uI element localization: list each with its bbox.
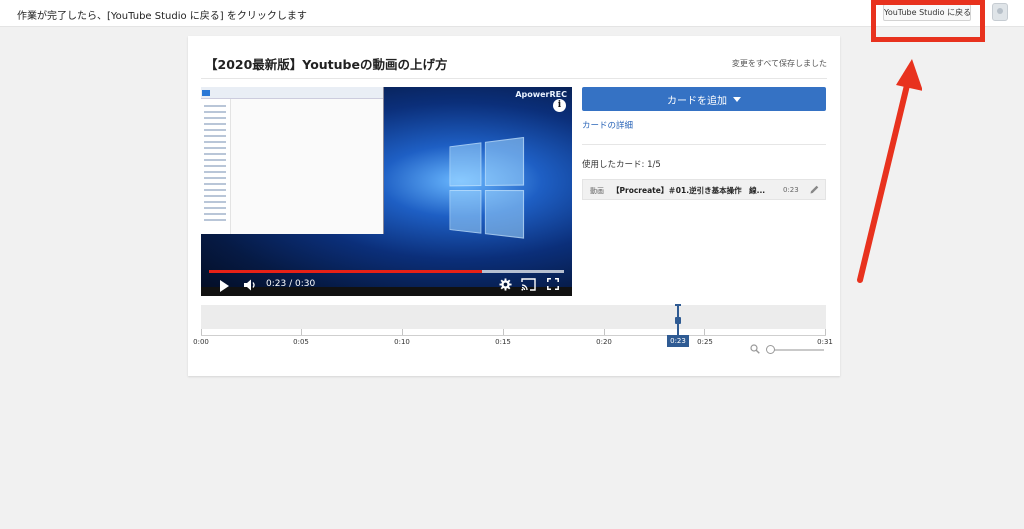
- timeline-tick-label: 0:31: [817, 338, 833, 346]
- volume-icon[interactable]: [243, 278, 257, 292]
- card-detail-link[interactable]: カードの詳細: [582, 119, 633, 131]
- settings-gear-icon[interactable]: [499, 278, 512, 291]
- card-list-item[interactable]: 動画 【Procreate】＃01.逆引き基本操作 線... 0:23: [582, 179, 826, 200]
- save-status: 変更をすべて保存しました: [731, 59, 827, 68]
- windows-logo-graphic: [449, 136, 527, 244]
- explorer-window-graphic: [201, 87, 384, 234]
- timeline-tick: [704, 329, 705, 335]
- info-icon[interactable]: i: [553, 99, 566, 112]
- add-card-label: カードを追加: [667, 95, 727, 107]
- timeline-tick-label: 0:00: [193, 338, 209, 346]
- timeline-tick: [402, 329, 403, 335]
- timeline-tick: [825, 329, 826, 335]
- timeline-track[interactable]: [201, 305, 826, 329]
- play-icon[interactable]: [220, 280, 229, 292]
- card-time: 0:23: [783, 186, 799, 194]
- playhead-cap: [675, 304, 681, 306]
- timeline-tick: [201, 329, 202, 335]
- title-divider: [201, 78, 827, 79]
- account-avatar-icon[interactable]: [992, 3, 1008, 21]
- zoom-slider-thumb[interactable]: [766, 345, 775, 354]
- pencil-icon[interactable]: [809, 184, 820, 195]
- zoom-slider-track[interactable]: [772, 349, 824, 351]
- timeline-tick: [604, 329, 605, 335]
- zoom-icon: [750, 344, 760, 354]
- timeline-tick: [301, 329, 302, 335]
- cast-icon[interactable]: [521, 278, 536, 291]
- video-player[interactable]: ApowerREC i 0:23 / 0:30: [201, 87, 572, 296]
- timeline-ruler: [201, 335, 826, 336]
- side-divider: [582, 144, 826, 145]
- timeline-tick-label: 0:10: [394, 338, 410, 346]
- timeline-tick: [503, 329, 504, 335]
- timeline-tick-label: 0:25: [697, 338, 713, 346]
- video-title: 【2020最新版】Youtubeの動画の上げ方: [205, 57, 448, 72]
- add-card-button[interactable]: カードを追加: [582, 87, 826, 111]
- card-title: 【Procreate】＃01.逆引き基本操作 線...: [612, 186, 766, 195]
- timeline-tick-label: 0:15: [495, 338, 511, 346]
- red-arrow-annotation: [857, 59, 922, 283]
- playhead-time-label: 0:23: [667, 335, 689, 347]
- card-type: 動画: [590, 187, 604, 195]
- timeline-tick-label: 0:05: [293, 338, 309, 346]
- progress-buffer: [482, 270, 564, 273]
- caret-down-icon: [733, 96, 741, 102]
- card-editor-panel: 【2020最新版】Youtubeの動画の上げ方 変更をすべて保存しました Apo…: [188, 36, 840, 376]
- timeline-tick-label: 0:20: [596, 338, 612, 346]
- playhead-handle[interactable]: [675, 317, 681, 324]
- time-display: 0:23 / 0:30: [266, 279, 316, 289]
- instruction-text: 作業が完了したら、[YouTube Studio に戻る] をクリックします: [17, 11, 307, 22]
- recorder-watermark: ApowerREC: [515, 90, 567, 99]
- fullscreen-icon[interactable]: [547, 278, 559, 290]
- annotation-highlight-box: [871, 0, 985, 42]
- cards-used-count: 使用したカード: 1/5: [582, 160, 661, 170]
- progress-bar[interactable]: [209, 270, 564, 273]
- progress-played: [209, 270, 483, 273]
